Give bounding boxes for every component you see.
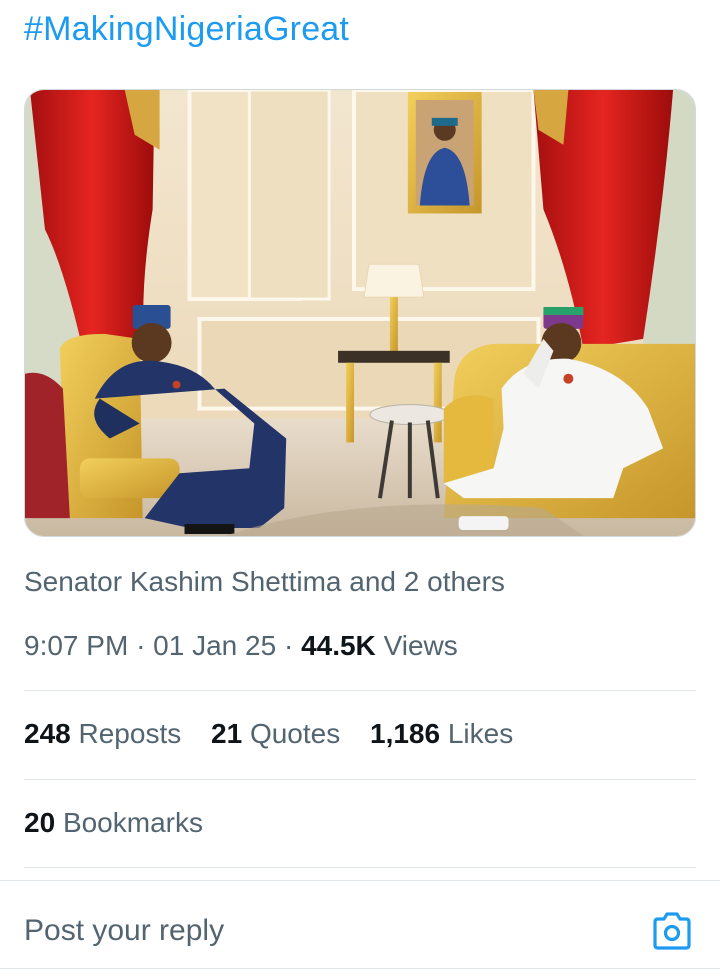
- divider: [24, 779, 696, 780]
- likes-count: 1,186: [370, 718, 441, 749]
- camera-icon[interactable]: [652, 912, 692, 950]
- reposts-stat[interactable]: 248 Reposts: [24, 718, 189, 749]
- post-meta: 9:07 PM · 01 Jan 25 · 44.5K Views: [24, 630, 458, 662]
- bookmarks-stat[interactable]: 20 Bookmarks: [24, 807, 203, 839]
- engagement-stats: 248 Reposts 21 Quotes 1,186 Likes: [24, 718, 535, 750]
- photo-illustration: [25, 90, 695, 536]
- likes-label: Likes: [447, 718, 514, 749]
- meta-separator: ·: [136, 630, 146, 661]
- divider: [24, 690, 696, 691]
- views-label: Views: [383, 630, 458, 661]
- quotes-stat[interactable]: 21 Quotes: [211, 718, 348, 749]
- bookmarks-count: 20: [24, 807, 56, 838]
- quotes-count: 21: [211, 718, 243, 749]
- reposts-label: Reposts: [78, 718, 182, 749]
- views-count: 44.5K: [301, 630, 376, 661]
- likes-stat[interactable]: 1,186 Likes: [370, 718, 513, 749]
- tagged-users-link[interactable]: Senator Kashim Shettima and 2 others: [24, 566, 505, 598]
- reply-bottom-border: [0, 968, 720, 969]
- divider: [24, 867, 696, 868]
- reposts-count: 248: [24, 718, 71, 749]
- bookmarks-label: Bookmarks: [62, 807, 203, 838]
- reply-input[interactable]: Post your reply: [24, 914, 224, 948]
- post-photo[interactable]: [24, 89, 696, 537]
- hashtag-link[interactable]: #MakingNigeriaGreat: [24, 10, 349, 49]
- post-time[interactable]: 9:07 PM: [24, 630, 128, 661]
- quotes-label: Quotes: [249, 718, 341, 749]
- post-date[interactable]: 01 Jan 25: [153, 630, 276, 661]
- meta-separator: ·: [283, 630, 294, 661]
- reply-top-border: [0, 880, 720, 881]
